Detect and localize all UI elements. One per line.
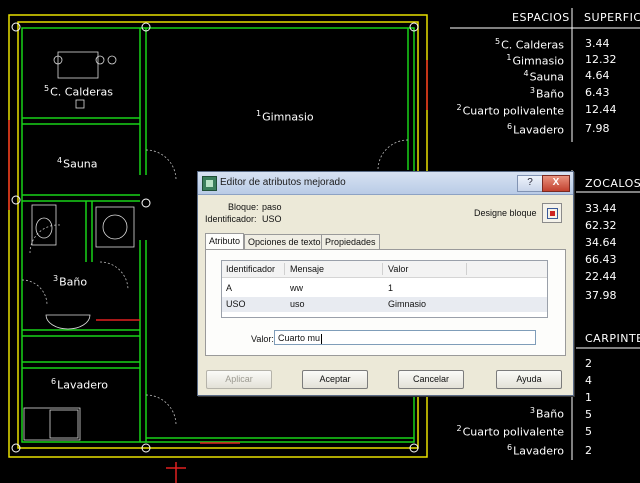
superficie-value: 7.98 xyxy=(585,122,610,135)
espacio-row: 1Gimnasio xyxy=(506,53,564,68)
column-divider xyxy=(382,263,383,275)
identificador-value: USO xyxy=(262,214,282,224)
header-superficie: SUPERFICI xyxy=(584,11,640,24)
cell-identificador: USO xyxy=(226,299,246,309)
carpinteria-row: 6Lavadero xyxy=(507,443,564,458)
room-label-bano: 3Baño xyxy=(53,274,88,289)
table-row[interactable]: A ww 1 xyxy=(222,281,547,296)
bloque-value: paso xyxy=(262,202,282,212)
espacio-row: 5C. Calderas xyxy=(495,37,564,52)
text-caret xyxy=(321,333,323,344)
espacio-row: 3Baño xyxy=(529,86,564,101)
select-block-icon[interactable] xyxy=(542,203,562,223)
grid-header: Identificador Mensaje Valor xyxy=(222,261,547,278)
attribute-grid[interactable]: Identificador Mensaje Valor A ww 1 USO u… xyxy=(221,260,548,318)
espacio-row: 6Lavadero xyxy=(507,122,564,137)
zocalo-value: 34.64 xyxy=(585,236,617,249)
cell-identificador: A xyxy=(226,283,233,293)
tab-opciones-texto[interactable]: Opciones de texto xyxy=(244,234,325,250)
close-button[interactable]: X xyxy=(542,175,570,192)
help-button[interactable]: ? xyxy=(517,175,543,192)
zocalo-value: 62.32 xyxy=(585,219,617,232)
room-label-lavadero: 6Lavadero xyxy=(51,377,108,392)
header-espacios: ESPACIOS xyxy=(512,11,570,24)
carpinteria-value: 5 xyxy=(585,425,592,438)
room-label-gimnasio: 1Gimnasio xyxy=(256,109,314,124)
cell-valor: Gimnasio xyxy=(388,299,427,309)
superficie-value: 12.32 xyxy=(585,53,617,66)
aceptar-button[interactable]: Aceptar xyxy=(302,370,368,389)
cell-valor: 1 xyxy=(388,283,394,293)
room-label-calderas: 5C. Calderas xyxy=(44,84,113,99)
cell-mensaje: uso xyxy=(290,299,305,309)
header-carpinteria: CARPINTE xyxy=(585,332,640,345)
dialog-titlebar[interactable]: Editor de atributos mejorado ? X xyxy=(198,172,573,195)
app-icon xyxy=(202,176,217,191)
column-divider xyxy=(284,263,285,275)
zocalo-value: 33.44 xyxy=(585,202,617,215)
dialog-title: Editor de atributos mejorado xyxy=(220,177,346,188)
column-header[interactable]: Mensaje xyxy=(290,264,324,274)
bloque-label: Bloque: xyxy=(228,202,259,212)
header-zocalos: ZOCALOS xyxy=(585,177,640,190)
carpinteria-row: 2Cuarto polivalente xyxy=(456,424,565,439)
cell-mensaje: ww xyxy=(290,283,303,293)
superficie-value: 4.64 xyxy=(585,69,610,82)
identificador-label: Identificador: xyxy=(205,214,257,224)
superficie-value: 6.43 xyxy=(585,86,610,99)
zocalo-value: 66.43 xyxy=(585,253,617,266)
column-header[interactable]: Identificador xyxy=(226,264,275,274)
carpinteria-value: 4 xyxy=(585,374,592,387)
carpinteria-value: 5 xyxy=(585,408,592,421)
tab-propiedades[interactable]: Propiedades xyxy=(321,234,380,250)
table-row[interactable]: USO uso Gimnasio xyxy=(222,297,547,312)
superficie-value: 12.44 xyxy=(585,103,617,116)
aplicar-button[interactable]: Aplicar xyxy=(206,370,272,389)
espacio-row: 2Cuarto polivalente xyxy=(456,103,565,118)
room-label-sauna: 4Sauna xyxy=(57,156,98,171)
superficie-value: 3.44 xyxy=(585,37,610,50)
column-header[interactable]: Valor xyxy=(388,264,408,274)
column-divider xyxy=(466,263,467,275)
zocalo-value: 37.98 xyxy=(585,289,617,302)
carpinteria-value: 1 xyxy=(585,391,592,404)
ayuda-button[interactable]: Ayuda xyxy=(496,370,562,389)
carpinteria-row: 3Baño xyxy=(529,406,564,421)
cancelar-button[interactable]: Cancelar xyxy=(398,370,464,389)
carpinteria-value: 2 xyxy=(585,444,592,457)
carpinteria-value: 2 xyxy=(585,357,592,370)
espacio-row: 4Sauna xyxy=(523,69,564,84)
zocalo-value: 22.44 xyxy=(585,270,617,283)
valor-label: Valor: xyxy=(251,334,274,344)
valor-input[interactable]: Cuarto mu xyxy=(274,330,536,345)
attribute-editor-dialog: Editor de atributos mejorado ? X Bloque:… xyxy=(197,171,574,396)
valor-input-text: Cuarto mu xyxy=(278,333,321,343)
designe-bloque-label: Designe bloque xyxy=(474,208,537,218)
